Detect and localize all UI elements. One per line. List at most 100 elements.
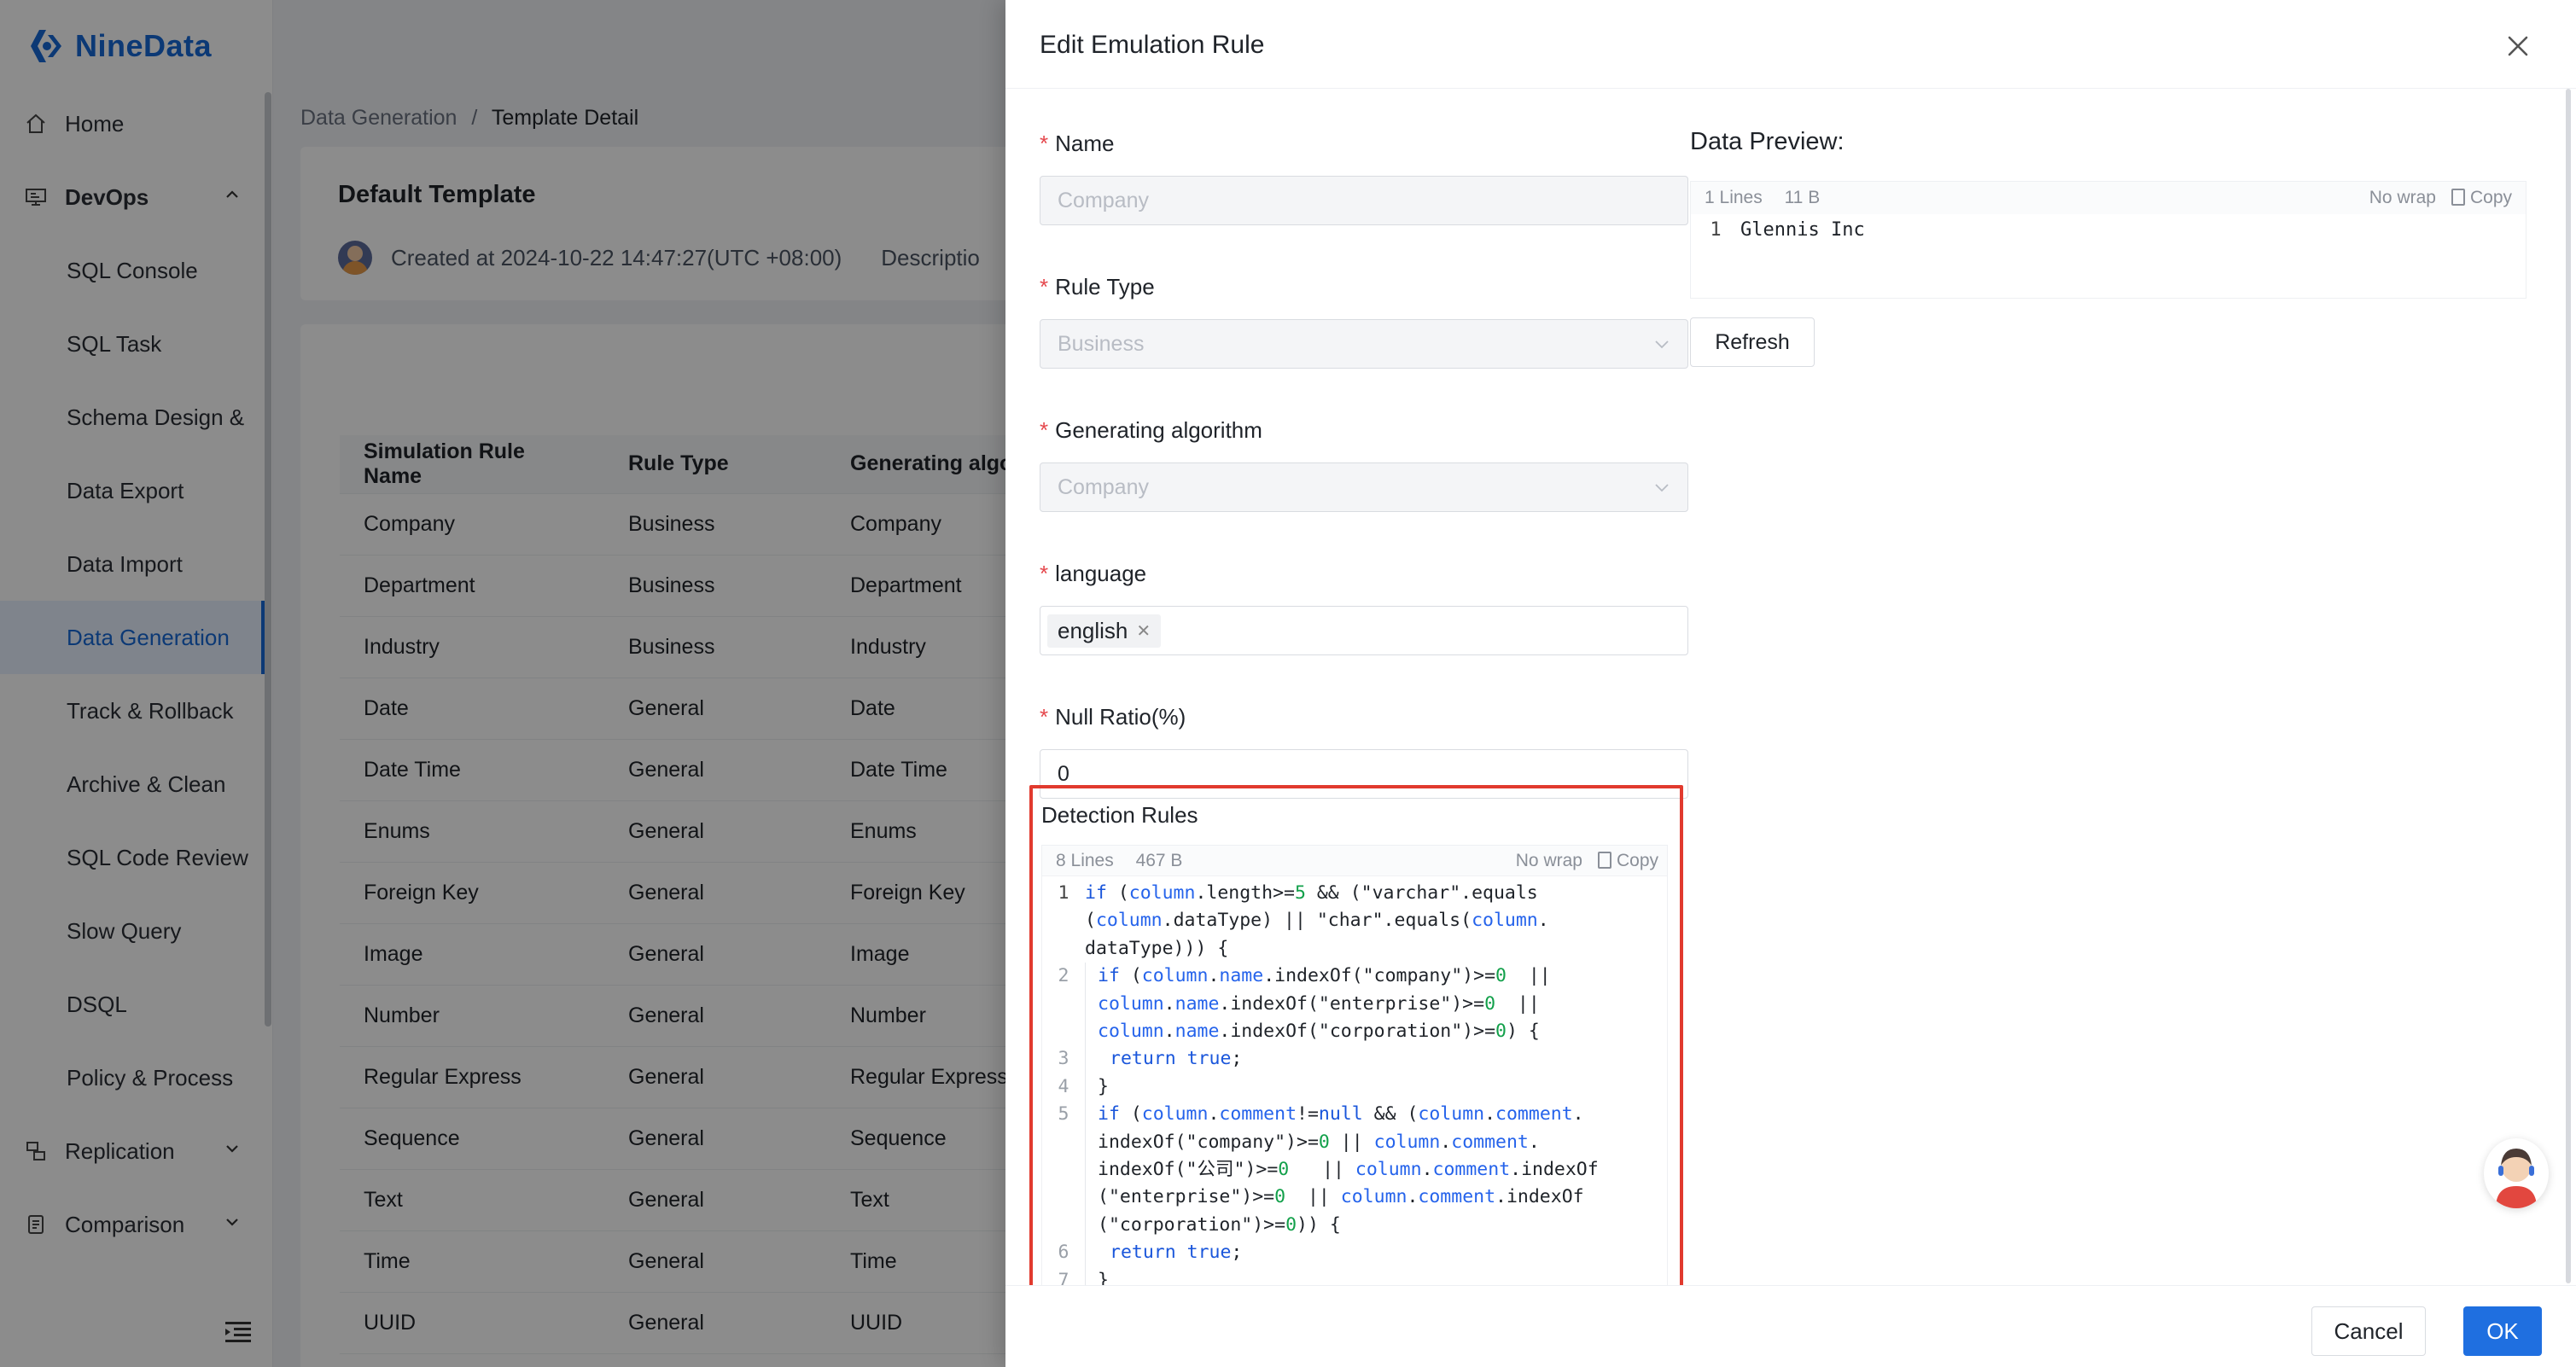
ok-button[interactable]: OK — [2463, 1306, 2542, 1356]
tag-remove-icon[interactable]: ✕ — [1136, 620, 1151, 642]
line-number: 3 — [1058, 1048, 1069, 1070]
code-line: column.name.indexOf("corporation")>=0) { — [1042, 1018, 1667, 1046]
code-token: comment — [1418, 1186, 1496, 1208]
preview-line-number: 1 — [1710, 219, 1722, 241]
code-token: || — [1289, 1159, 1355, 1181]
line-number — [1042, 935, 1085, 963]
code-token: . — [1440, 1131, 1452, 1153]
algorithm-group: * Generating algorithm Company — [1040, 415, 1688, 512]
language-label: language — [1055, 560, 1147, 586]
code-token: .indexOf("company")>= — [1263, 965, 1496, 987]
code-text: dataType))) { — [1085, 935, 1228, 963]
detection-rules-label: Detection Rules — [1041, 802, 1198, 828]
code-token: .indexOf — [1495, 1186, 1584, 1208]
code-token: ( — [1106, 882, 1129, 904]
code-token: 5 — [1294, 882, 1306, 904]
name-placeholder: Company — [1058, 188, 1149, 212]
code-token: column — [1095, 910, 1163, 932]
code-token: indexOf("公司")>= — [1098, 1159, 1279, 1181]
preview-title: Data Preview: — [1690, 128, 1845, 155]
code-token: && ( — [1362, 1103, 1419, 1126]
code-token: 0 — [1278, 1159, 1290, 1181]
name-field: Company — [1040, 176, 1688, 225]
line-number: 1 — [1058, 882, 1069, 904]
preview-no-wrap-toggle[interactable]: No wrap — [2369, 188, 2436, 208]
code-token: if — [1098, 965, 1120, 987]
code-text: return true; — [1085, 1239, 1242, 1267]
code-token: column — [1340, 1186, 1407, 1208]
code-token: )) { — [1297, 1213, 1341, 1236]
cancel-button[interactable]: Cancel — [2311, 1306, 2426, 1356]
code-token: name — [1174, 992, 1220, 1015]
language-multiselect[interactable]: english ✕ — [1040, 606, 1688, 655]
algorithm-select: Company — [1040, 462, 1688, 512]
code-text: if (column.name.indexOf("company")>=0 || — [1085, 963, 1551, 991]
code-line: (column.dataType) || "char".equals(colum… — [1042, 907, 1667, 934]
code-token: null — [1318, 1103, 1363, 1126]
assistant-icon — [2496, 1149, 2537, 1208]
code-text: indexOf("company")>=0 || column.comment. — [1085, 1128, 1540, 1157]
editor-size: 467 B — [1135, 850, 1183, 870]
detection-rules-section: Detection Rules 8 Lines 467 B No wrap Co… — [1029, 785, 1683, 1307]
code-line: ("enterprise")>=0 || column.comment.inde… — [1042, 1184, 1667, 1212]
code-token: column — [1098, 992, 1164, 1015]
copy-icon — [1597, 851, 1611, 869]
preview-value: Glennis Inc — [1740, 219, 1865, 241]
copy-button[interactable]: Copy — [1597, 851, 1658, 871]
close-icon[interactable] — [2501, 29, 2535, 63]
chevron-down-icon — [1655, 484, 1669, 492]
drawer-scrollbar[interactable] — [2566, 89, 2571, 1283]
code-token: column — [1098, 1021, 1164, 1043]
code-token: 0 — [1274, 1186, 1286, 1208]
assistant-avatar-icon[interactable] — [2484, 1138, 2549, 1208]
preview-toolbar: 1 Lines 11 B No wrap Copy — [1691, 182, 2526, 214]
code-text: indexOf("公司")>=0 || column.comment.index… — [1085, 1156, 1599, 1184]
code-content: 1 if (column.length>=5 && ("varchar".equa… — [1042, 876, 1667, 1295]
code-line: column.name.indexOf("enterprise")>=0 || — [1042, 990, 1667, 1019]
preview-copy-label: Copy — [2469, 188, 2512, 207]
null-ratio-label: Null Ratio(%) — [1055, 703, 1186, 730]
drawer-title: Edit Emulation Rule — [1040, 31, 1265, 59]
code-token: column — [1141, 965, 1209, 987]
line-number — [1042, 1018, 1085, 1045]
code-line: 5 if (column.comment!=null && (column.com… — [1042, 1101, 1667, 1129]
code-text: column.name.indexOf("corporation")>=0) { — [1085, 1018, 1540, 1046]
code-token: comment — [1219, 1103, 1297, 1126]
preview-code: 1 Glennis Inc — [1691, 214, 2526, 241]
preview-copy-button[interactable]: Copy — [2451, 188, 2512, 208]
null-ratio-value: 0 — [1058, 761, 1069, 786]
line-number: 4 — [1058, 1075, 1069, 1097]
code-text: return true; — [1085, 1045, 1242, 1073]
code-token: return — [1110, 1242, 1176, 1264]
code-token: . — [1484, 1103, 1496, 1126]
drawer-footer: Cancel OK — [1005, 1285, 2576, 1367]
code-text: ("enterprise")>=0 || column.comment.inde… — [1085, 1184, 1584, 1212]
preview-editor: 1 Lines 11 B No wrap Copy 1 Glennis Inc — [1690, 181, 2526, 299]
code-token: . — [1163, 1021, 1175, 1043]
code-line: ("corporation")>=0)) { — [1042, 1211, 1667, 1240]
code-token: . — [1195, 882, 1207, 904]
line-number — [1042, 1129, 1085, 1156]
code-token: || — [1495, 992, 1540, 1015]
code-token: column — [1355, 1159, 1422, 1181]
no-wrap-toggle[interactable]: No wrap — [1516, 851, 1582, 871]
code-token: comment — [1495, 1103, 1573, 1126]
refresh-button[interactable]: Refresh — [1690, 317, 1815, 367]
code-token: indexOf("company")>= — [1098, 1131, 1319, 1153]
preview-line-count: 1 Lines — [1705, 188, 1763, 207]
code-token: ) { — [1506, 1021, 1540, 1043]
code-token: true — [1186, 1242, 1232, 1264]
detection-rules-editor[interactable]: 8 Lines 467 B No wrap Copy 1 if (column.l… — [1041, 845, 1668, 1297]
algorithm-value: Company — [1058, 474, 1149, 499]
code-token: . — [1208, 965, 1220, 987]
code-token: .dataType) || "char".equals( — [1162, 910, 1472, 932]
code-token: 0 — [1495, 1021, 1507, 1043]
rule-form: * Name Company * Rule Type Business * Gener… — [1040, 128, 1688, 845]
code-token: ("corporation")>= — [1098, 1213, 1286, 1236]
code-token: return — [1110, 1048, 1176, 1070]
code-line: 4} — [1042, 1073, 1667, 1102]
code-line: 2 if (column.name.indexOf("company")>=0 |… — [1042, 963, 1667, 991]
code-token: ( — [1119, 965, 1142, 987]
